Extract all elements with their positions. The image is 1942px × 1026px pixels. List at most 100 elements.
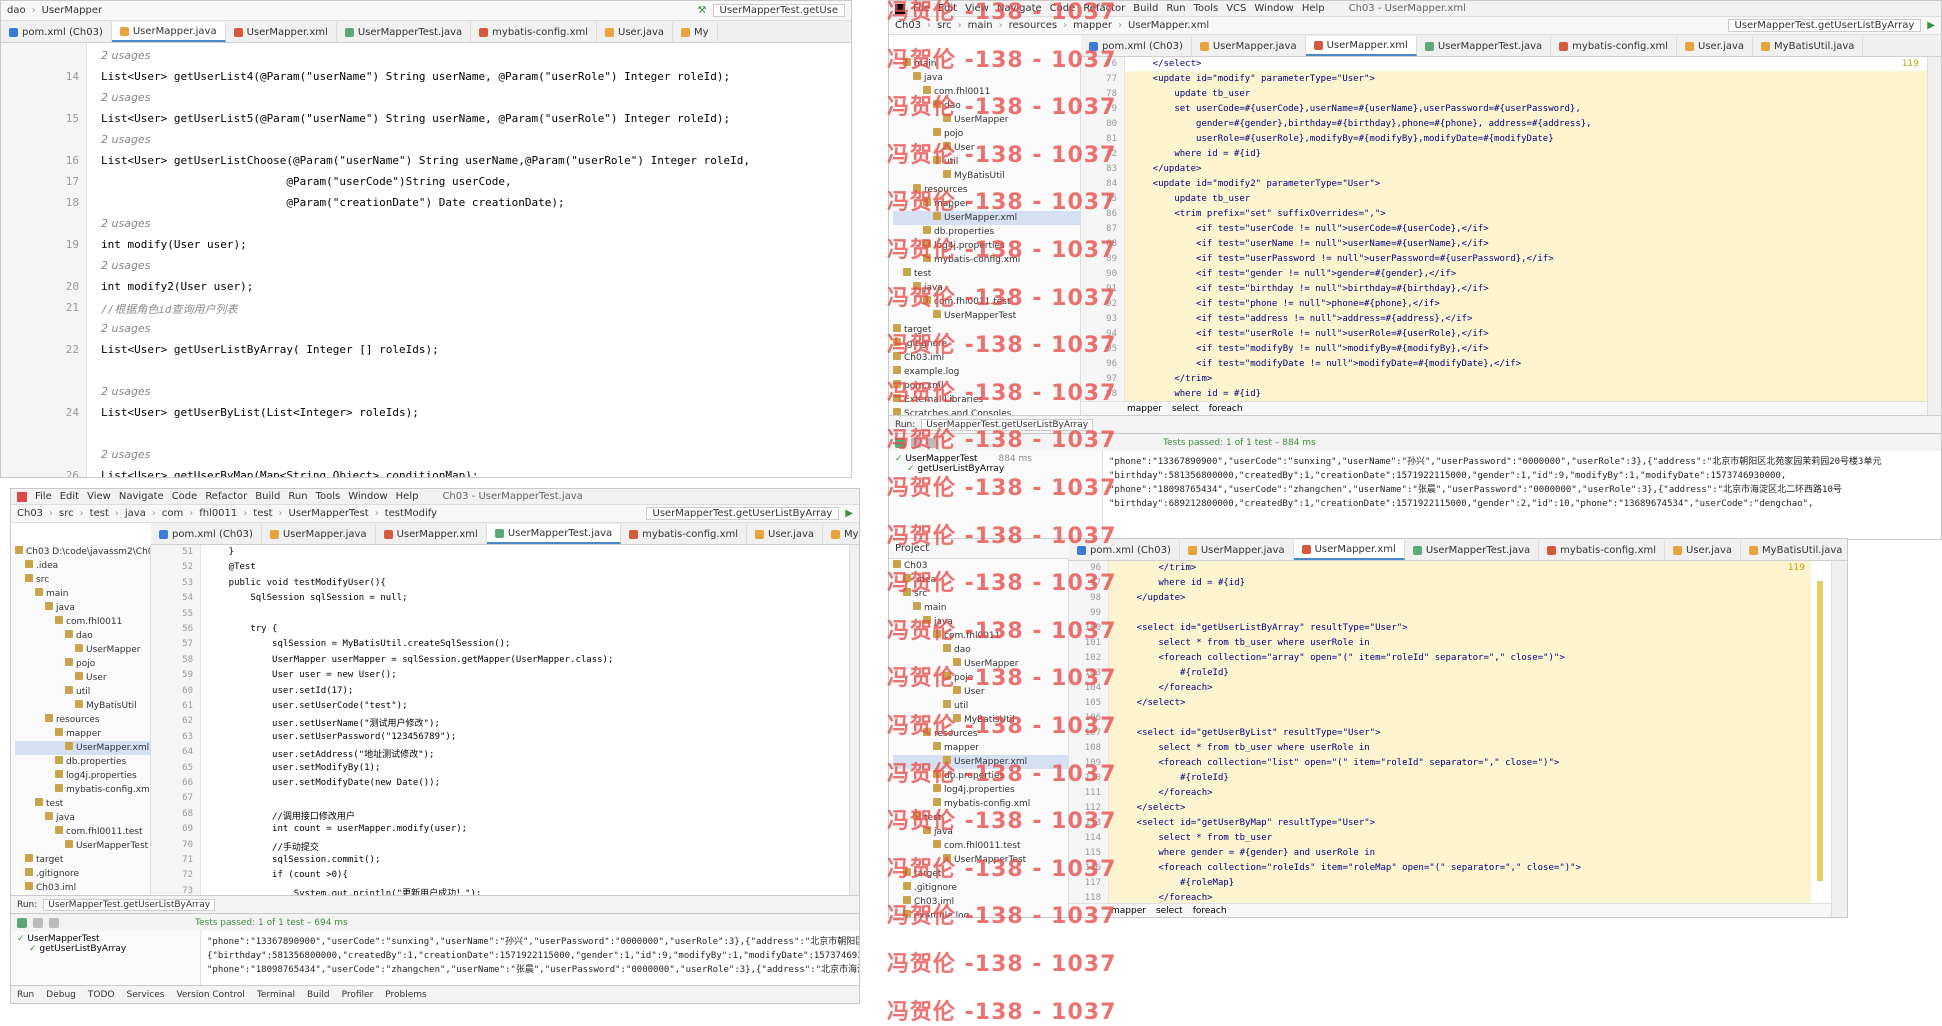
editor-tab[interactable]: MyBatisUtil.java: [823, 524, 859, 544]
check-icon[interactable]: [33, 917, 43, 928]
tree-item[interactable]: dao: [15, 629, 150, 643]
test-tree-root[interactable]: ✓ UserMapperTest 884 ms: [895, 454, 1096, 464]
rerun-icon[interactable]: [17, 917, 27, 928]
tree-item[interactable]: pojo: [15, 657, 150, 671]
tree-item[interactable]: .gitignore: [15, 867, 150, 881]
tab-usermapper-java[interactable]: UserMapper.java: [111, 22, 226, 42]
run-tab[interactable]: UserMapperTest.getUserListByArray: [43, 898, 216, 911]
tree-item[interactable]: com.fhl0011.test: [893, 295, 1080, 309]
breadcrumb-item[interactable]: Ch03: [895, 20, 921, 31]
tree-item[interactable]: pojo: [893, 127, 1080, 141]
tree-item[interactable]: UserMapper: [893, 113, 1080, 127]
tree-item[interactable]: UserMapper.xml: [893, 211, 1080, 225]
code-area[interactable]: 51 } 52 @Test 53 public void testModifyUse…: [151, 545, 849, 930]
breadcrumb-item[interactable]: mapper: [1111, 906, 1146, 916]
tree-item[interactable]: Scratches and Consoles: [893, 407, 1080, 415]
tree-item[interactable]: mybatis-config.xml: [15, 783, 150, 797]
tree-item[interactable]: example.log: [893, 909, 1068, 917]
code-area[interactable]: 2 usages 14 List<User> getUserList4(@Param…: [1, 43, 851, 477]
check-icon[interactable]: [911, 437, 921, 448]
editor-tab[interactable]: MyBatisUtil.java: [1753, 36, 1864, 56]
tree-item[interactable]: src: [15, 573, 150, 587]
run-config-select[interactable]: UserMapperTest.getUserListByArray: [645, 507, 840, 520]
editor-tab[interactable]: mybatis-config.xml: [1551, 36, 1678, 56]
menu-item[interactable]: Edit: [938, 3, 957, 14]
tree-item[interactable]: MyBatisUtil: [893, 169, 1080, 183]
tree-item[interactable]: java: [893, 71, 1080, 85]
tree-item[interactable]: Ch03.iml: [893, 895, 1068, 909]
tree-item[interactable]: mybatis-config.xml: [893, 253, 1080, 267]
editor-tab[interactable]: UserMapperTest.java: [1405, 540, 1540, 560]
breadcrumb-item[interactable]: src: [937, 20, 952, 31]
tree-item[interactable]: User: [893, 141, 1080, 155]
tree-item[interactable]: UserMapperTest: [893, 309, 1080, 323]
inspection-count[interactable]: 119: [1902, 59, 1919, 69]
editor-tab[interactable]: UserMapper.java: [1192, 36, 1306, 56]
breadcrumb-item[interactable]: fhl0011: [199, 508, 237, 519]
crumb-usermapper[interactable]: UserMapper: [42, 5, 103, 16]
breadcrumb-item[interactable]: UserMapperTest: [289, 508, 369, 519]
code-area[interactable]: 76 </select> 77 <update id="modify" param…: [1081, 57, 1927, 415]
tree-item[interactable]: target: [15, 853, 150, 867]
menu-item[interactable]: Edit: [60, 491, 79, 502]
tree-item[interactable]: java: [893, 281, 1080, 295]
breadcrumb-item[interactable]: select: [1156, 906, 1183, 916]
tree-item[interactable]: UserMapper: [893, 657, 1068, 671]
stop-icon[interactable]: [927, 437, 937, 448]
menu-item[interactable]: Tools: [316, 491, 341, 502]
breadcrumb-item[interactable]: com: [162, 508, 183, 519]
editor-tab[interactable]: pom.xml (Ch03): [151, 524, 262, 544]
menu-item[interactable]: Refactor: [1083, 3, 1125, 14]
tree-item[interactable]: test: [15, 797, 150, 811]
tree-item[interactable]: log4j.properties: [893, 783, 1068, 797]
tab-mybatis-config[interactable]: mybatis-config.xml: [471, 22, 598, 42]
tree-item[interactable]: src: [893, 587, 1068, 601]
menu-item[interactable]: View: [965, 3, 989, 14]
tree-item[interactable]: Ch03.iml: [893, 351, 1080, 365]
hammer-icon[interactable]: ⚒: [698, 5, 707, 16]
tree-item[interactable]: com.fhl0011.test: [15, 825, 150, 839]
menu-item[interactable]: Refactor: [205, 491, 247, 502]
right-tool-ribbon[interactable]: [1831, 561, 1847, 917]
tree-item[interactable]: Ch03.iml: [15, 881, 150, 895]
tool-window-tab[interactable]: Build: [307, 990, 330, 1000]
tool-window-tab[interactable]: Services: [126, 990, 164, 1000]
tree-item[interactable]: UserMapperTest: [15, 839, 150, 853]
tree-item[interactable]: resources: [893, 183, 1080, 197]
editor-tab[interactable]: User.java: [747, 524, 824, 544]
editor-tab[interactable]: UserMapper.java: [262, 524, 376, 544]
breadcrumb-item[interactable]: java: [125, 508, 146, 519]
tree-item[interactable]: log4j.properties: [893, 239, 1080, 253]
menu-item[interactable]: Build: [255, 491, 280, 502]
tree-item[interactable]: target: [893, 323, 1080, 337]
tree-item[interactable]: test: [893, 267, 1080, 281]
tool-window-tab[interactable]: Terminal: [257, 990, 295, 1000]
breadcrumb-item[interactable]: Ch03: [17, 508, 43, 519]
breadcrumb-item[interactable]: test: [90, 508, 109, 519]
inspection-count[interactable]: 119: [1788, 563, 1805, 573]
menu-item[interactable]: VCS: [1226, 3, 1246, 14]
menu-item[interactable]: File: [35, 491, 52, 502]
editor-tab[interactable]: UserMapperTest.java: [486, 524, 622, 544]
editor-tab[interactable]: pom.xml (Ch03): [1069, 540, 1180, 560]
menu-item[interactable]: Help: [1302, 3, 1325, 14]
editor-tab[interactable]: mybatis-config.xml: [1539, 540, 1666, 560]
run-config-select[interactable]: UserMapperTest.getUse: [712, 4, 845, 17]
console-output[interactable]: "phone":"13367890900","userCode":"sunxin…: [1103, 451, 1941, 539]
tree-item[interactable]: MyBatisUtil: [15, 699, 150, 713]
tree-item[interactable]: util: [893, 699, 1068, 713]
menu-item[interactable]: Code: [1050, 3, 1076, 14]
tree-item[interactable]: External Libraries: [893, 393, 1080, 407]
tree-item[interactable]: .idea: [893, 573, 1068, 587]
tree-item[interactable]: util: [15, 685, 150, 699]
tree-item[interactable]: UserMapper.xml: [15, 741, 150, 755]
editor-tab[interactable]: User.java: [1677, 36, 1754, 56]
tree-item[interactable]: .gitignore: [893, 881, 1068, 895]
tree-item[interactable]: java: [15, 811, 150, 825]
breadcrumb-item[interactable]: resources: [1009, 20, 1057, 31]
tool-window-tab[interactable]: Version Control: [176, 990, 245, 1000]
stop-icon[interactable]: [49, 917, 59, 928]
tree-item[interactable]: MyBatisUtil: [893, 713, 1068, 727]
tree-item[interactable]: com.fhl0011: [893, 85, 1080, 99]
run-icon[interactable]: ▶: [845, 508, 853, 519]
